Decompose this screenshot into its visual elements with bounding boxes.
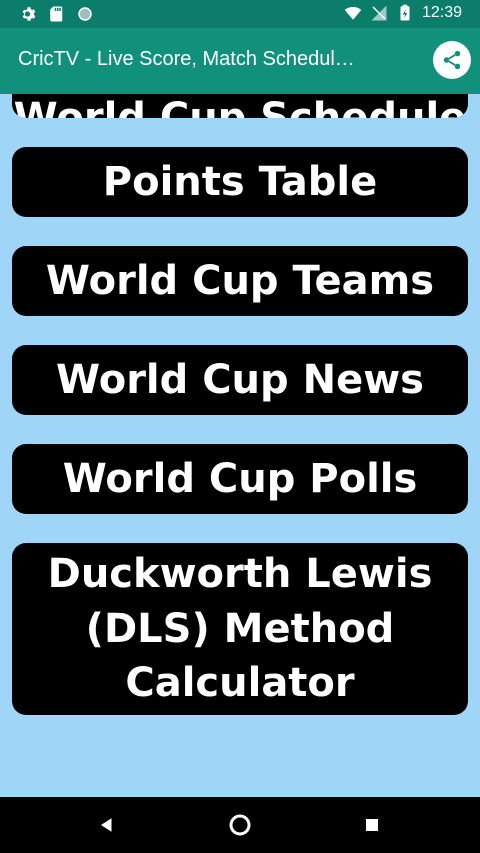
menu-item-world-cup-teams[interactable]: World Cup Teams: [12, 246, 468, 316]
wifi-icon: [344, 7, 362, 20]
back-icon: [101, 818, 112, 832]
sd-card-icon: [50, 6, 63, 22]
share-button[interactable]: [433, 41, 471, 79]
circle-icon: [78, 7, 92, 21]
menu-list: World Cup Schedule Points Table World Cu…: [0, 94, 480, 797]
back-button[interactable]: [93, 811, 121, 839]
menu-item-world-cup-news[interactable]: World Cup News: [12, 345, 468, 415]
gear-icon: [22, 7, 36, 21]
menu-item-dls-calculator[interactable]: Duckworth Lewis (DLS) Method Calculator: [12, 543, 468, 715]
battery-icon: [400, 4, 410, 21]
menu-item-world-cup-schedule[interactable]: World Cup Schedule: [12, 94, 468, 118]
menu-item-world-cup-polls[interactable]: World Cup Polls: [12, 444, 468, 514]
status-bar: 12:39: [0, 0, 480, 28]
recents-button[interactable]: [358, 811, 386, 839]
home-icon: [229, 814, 251, 836]
status-right-icons: 12:39: [344, 3, 462, 23]
status-time: 12:39: [421, 4, 462, 21]
no-signal-icon: [371, 5, 387, 21]
status-left-icons: [20, 4, 94, 24]
menu-item-label: World Cup Schedule: [13, 95, 467, 118]
navigation-bar: [0, 797, 480, 853]
app-title: CricTV - Live Score, Match Schedul…: [18, 48, 355, 70]
app-bar: CricTV - Live Score, Match Schedul…: [0, 28, 480, 94]
share-icon: [443, 50, 461, 70]
menu-item-points-table[interactable]: Points Table: [12, 147, 468, 217]
home-button[interactable]: [226, 811, 254, 839]
recents-icon: [366, 819, 378, 831]
